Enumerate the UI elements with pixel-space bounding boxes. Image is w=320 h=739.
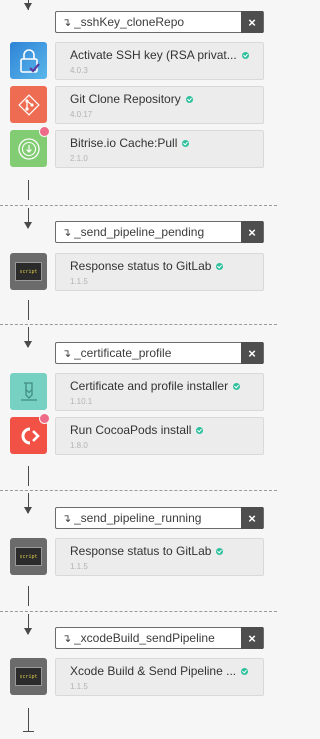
- remove-bundle-button[interactable]: ×: [241, 507, 263, 529]
- step-title: Activate SSH key (RSA privat...: [70, 48, 237, 62]
- step-version: 1.8.0: [70, 441, 88, 450]
- remove-bundle-button[interactable]: ×: [241, 221, 263, 243]
- flow-arrow: [24, 3, 32, 10]
- script-icon: script: [10, 658, 47, 695]
- flow-line: [28, 586, 29, 606]
- step-card[interactable]: Run CocoaPods install 1.8.0: [55, 417, 264, 455]
- verified-check-icon: [233, 382, 241, 390]
- notification-badge: [39, 413, 50, 424]
- group-divider: [0, 611, 277, 612]
- bundle-reference-icon: ↴: [62, 632, 72, 645]
- script-icon: script: [10, 253, 47, 290]
- script-icon-label: script: [15, 547, 42, 566]
- group-divider: [0, 324, 277, 325]
- step-bundle-name: _send_pipeline_pending: [74, 225, 205, 239]
- remove-bundle-button[interactable]: ×: [241, 627, 263, 649]
- certificate-icon: [10, 373, 47, 410]
- flow-line: [28, 708, 29, 732]
- step-version: 4.0.3: [70, 66, 88, 75]
- bundle-reference-icon: ↴: [62, 16, 72, 29]
- step-bundle-pill[interactable]: ↴ _send_pipeline_pending ×: [55, 221, 264, 243]
- step-card[interactable]: Xcode Build & Send Pipeline ... 1.1.5: [55, 658, 264, 696]
- step-card[interactable]: Response status to GitLab 1.1.5: [55, 538, 264, 576]
- step-bundle-pill[interactable]: ↴ _xcodeBuild_sendPipeline ×: [55, 627, 264, 649]
- step-title: Response status to GitLab: [70, 544, 212, 558]
- verified-check-icon: [216, 262, 224, 270]
- bundle-reference-icon: ↴: [62, 226, 72, 239]
- step-version: 1.10.1: [70, 397, 93, 406]
- step-card[interactable]: Certificate and profile installer 1.10.1: [55, 373, 264, 411]
- remove-bundle-button[interactable]: ×: [241, 342, 263, 364]
- step-title: Certificate and profile installer: [70, 379, 229, 393]
- step-title: Run CocoaPods install: [70, 423, 192, 437]
- step-bundle-pill[interactable]: ↴ _sshKey_cloneRepo ×: [55, 11, 264, 33]
- verified-check-icon: [241, 51, 249, 59]
- script-icon-label: script: [15, 262, 42, 281]
- verified-check-icon: [196, 426, 204, 434]
- verified-check-icon: [216, 547, 224, 555]
- verified-check-icon: [185, 95, 193, 103]
- flow-line: [28, 180, 29, 200]
- step-title: Response status to GitLab: [70, 259, 212, 273]
- flow-line: [28, 300, 29, 320]
- step-title: Bitrise.io Cache:Pull: [70, 136, 178, 150]
- step-title: Git Clone Repository: [70, 92, 181, 106]
- notification-badge: [39, 126, 50, 137]
- step-bundle-name: _certificate_profile: [74, 346, 172, 360]
- step-bundle-name: _send_pipeline_running: [74, 511, 202, 525]
- step-title: Xcode Build & Send Pipeline ...: [70, 664, 237, 678]
- script-icon: script: [10, 538, 47, 575]
- script-icon-label: script: [15, 667, 42, 686]
- flow-arrow: [24, 628, 32, 635]
- step-bundle-pill[interactable]: ↴ _certificate_profile ×: [55, 342, 264, 364]
- git-icon: [10, 86, 47, 123]
- step-bundle-name: _sshKey_cloneRepo: [74, 15, 185, 29]
- flow-arrow: [24, 341, 32, 348]
- step-card[interactable]: Git Clone Repository 4.0.17: [55, 86, 264, 124]
- bundle-reference-icon: ↴: [62, 347, 72, 360]
- verified-check-icon: [241, 667, 249, 675]
- flow-arrow: [24, 507, 32, 514]
- verified-check-icon: [182, 139, 190, 147]
- step-version: 2.1.0: [70, 154, 88, 163]
- step-version: 1.1.5: [70, 682, 88, 691]
- group-divider: [0, 205, 277, 206]
- step-card[interactable]: Bitrise.io Cache:Pull 2.1.0: [55, 130, 264, 168]
- step-card[interactable]: Response status to GitLab 1.1.5: [55, 253, 264, 291]
- step-version: 1.1.5: [70, 277, 88, 286]
- step-bundle-name: _xcodeBuild_sendPipeline: [74, 631, 215, 645]
- step-version: 4.0.17: [70, 110, 93, 119]
- flow-line: [28, 466, 29, 486]
- step-card[interactable]: Activate SSH key (RSA privat... 4.0.3: [55, 42, 264, 80]
- bundle-reference-icon: ↴: [62, 512, 72, 525]
- step-bundle-pill[interactable]: ↴ _send_pipeline_running ×: [55, 507, 264, 529]
- group-divider: [0, 490, 277, 491]
- step-version: 1.1.5: [70, 562, 88, 571]
- ssh-key-lock-icon: [10, 42, 47, 79]
- flow-end-marker: [23, 731, 34, 732]
- remove-bundle-button[interactable]: ×: [241, 11, 263, 33]
- flow-arrow: [24, 222, 32, 229]
